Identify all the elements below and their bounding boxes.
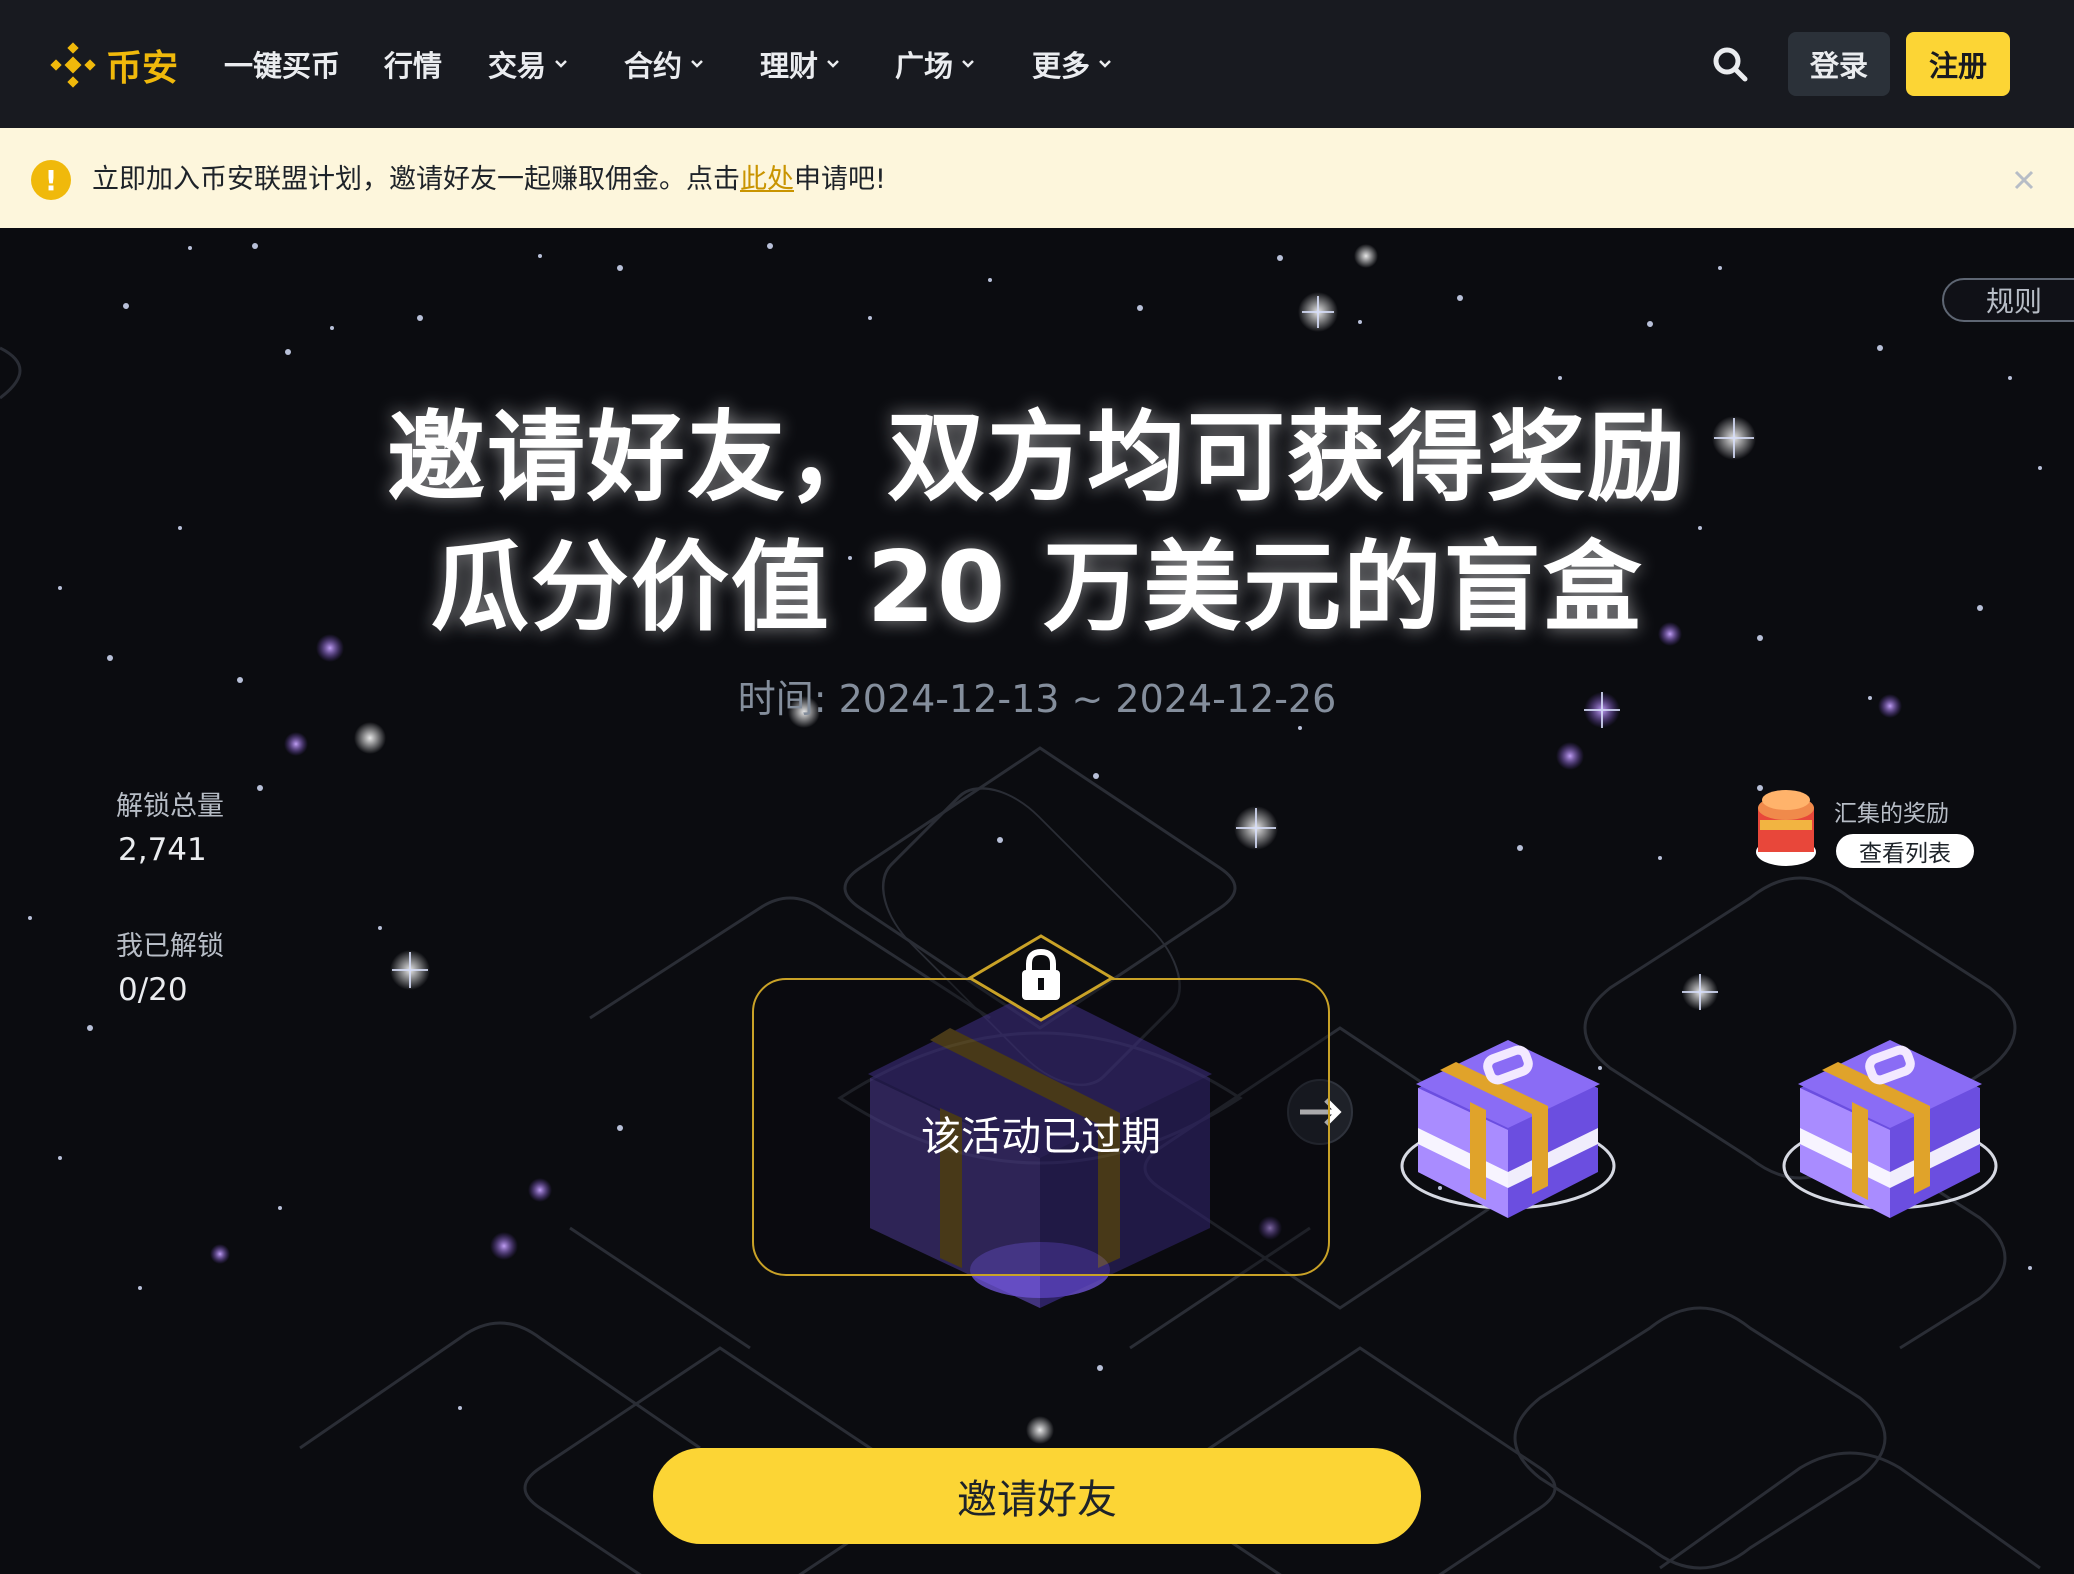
rules-button[interactable]: 规则	[1942, 278, 2074, 322]
binance-logo-icon	[50, 42, 96, 88]
nav-item-more[interactable]: 更多	[1032, 42, 1112, 86]
headline-line-1: 邀请好友，双方均可获得奖励	[386, 401, 1687, 515]
lock-badge	[967, 934, 1115, 1022]
nav-item-label: 更多	[1032, 49, 1091, 83]
banner-apply-link[interactable]: 此处	[740, 164, 794, 195]
signup-button[interactable]: 注册	[1906, 32, 2010, 96]
logo-text: 币安	[106, 48, 179, 89]
chevron-down-icon	[1098, 59, 1112, 69]
nav-item-earn[interactable]: 理财	[760, 42, 840, 86]
banner-text-before: 立即加入币安联盟计划，邀请好友一起赚取佣金。点击	[92, 164, 740, 195]
nav-item-label: 行情	[384, 49, 443, 83]
nav-item-markets[interactable]: 行情	[384, 42, 442, 86]
total-unlocked-value: 2,741	[118, 832, 207, 868]
gift-box-icon	[1782, 1040, 1998, 1218]
view-list-button[interactable]: 查看列表	[1836, 834, 1974, 868]
banner-text-after: 申请吧!	[794, 164, 886, 195]
top-navbar: 币安 一键买币 行情 交易 合约 理财 广场 更多 登录 注册	[0, 0, 2074, 128]
search-icon	[1713, 47, 1748, 82]
chevron-down-icon	[826, 59, 840, 69]
nav-item-label: 一键买币	[224, 49, 341, 83]
total-unlocked-label: 解锁总量	[116, 791, 224, 822]
nav-item-square[interactable]: 广场	[895, 42, 975, 86]
my-unlocked-label: 我已解锁	[116, 931, 224, 962]
banner-text: 立即加入币安联盟计划，邀请好友一起赚取佣金。点击此处申请吧!	[92, 160, 886, 200]
banner-close-button[interactable]	[2008, 164, 2040, 196]
gift-box-icon	[1400, 1040, 1616, 1218]
invite-friends-button[interactable]: 邀请好友	[653, 1448, 1421, 1544]
headline-line-2: 瓜分价值 20 万美元的盲盒	[430, 531, 1644, 645]
nav-item-trade[interactable]: 交易	[488, 42, 568, 86]
chevron-down-icon	[554, 59, 568, 69]
nav-item-label: 交易	[488, 49, 547, 83]
nav-item-label: 理财	[760, 49, 819, 83]
expired-message: 该活动已过期	[921, 1114, 1161, 1160]
nav-item-label: 合约	[624, 49, 683, 83]
search-button[interactable]	[1708, 42, 1752, 86]
chevron-down-icon	[961, 59, 975, 69]
binance-logo[interactable]: 币安	[48, 40, 178, 90]
nav-item-futures[interactable]: 合约	[624, 42, 704, 86]
login-button[interactable]: 登录	[1788, 32, 1890, 96]
referral-hero: 规则 邀请好友，双方均可获得奖励 瓜分价值 20 万美元的盲盒 时间: 2024…	[0, 228, 2074, 1574]
rewards-title: 汇集的奖励	[1834, 801, 1949, 827]
reward-stack-icon	[1756, 790, 1816, 866]
my-unlocked-value: 0/20	[118, 972, 188, 1008]
chevron-down-icon	[690, 59, 704, 69]
nav-item-buy-crypto[interactable]: 一键买币	[224, 42, 340, 86]
event-time: 时间: 2024-12-13 ~ 2024-12-26	[737, 677, 1337, 721]
close-icon	[2014, 170, 2034, 190]
warning-icon: !	[31, 160, 71, 200]
nav-item-label: 广场	[895, 49, 954, 83]
